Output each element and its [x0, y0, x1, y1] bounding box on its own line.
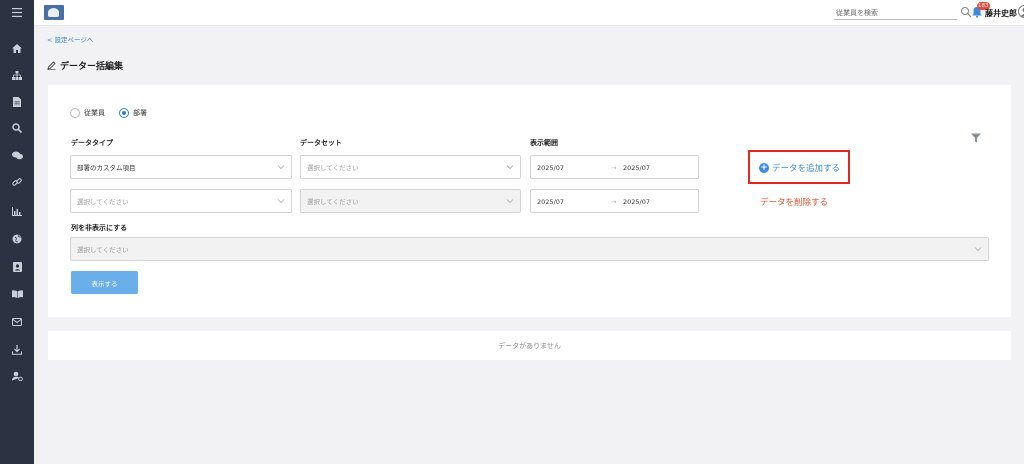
radio-employee-label: 従業員 — [84, 109, 105, 117]
menu-icon[interactable] — [0, 2, 34, 22]
hide-columns-label: 列を非表示にする — [71, 224, 128, 232]
hide-columns-select[interactable]: 選択してください — [70, 237, 989, 261]
employee-search-input[interactable] — [834, 6, 957, 20]
radio-department[interactable]: 部署 — [119, 108, 147, 118]
download-icon[interactable] — [0, 340, 34, 360]
avatar[interactable] — [1018, 5, 1024, 18]
globe-icon[interactable] — [0, 229, 34, 249]
radio-employee-indicator[interactable] — [70, 108, 80, 118]
dataset-label: データセット — [300, 139, 342, 147]
radio-employee[interactable]: 従業員 — [70, 108, 105, 118]
chevron-down-icon — [506, 199, 514, 204]
range-arrow-icon: → — [611, 164, 617, 172]
data-type-select-2-value: 選択してください — [77, 198, 129, 206]
home-icon[interactable] — [0, 38, 34, 58]
search-icon[interactable] — [0, 118, 34, 138]
dataset-select-2-value: 選択してください — [307, 198, 359, 206]
book-icon[interactable] — [0, 284, 34, 304]
back-to-settings-link[interactable]: < 設定ページへ — [47, 34, 93, 44]
page-title-text: データー括編集 — [60, 62, 124, 72]
chevron-down-icon — [277, 199, 285, 204]
dataset-select-1[interactable]: 選択してください — [300, 155, 521, 179]
plus-circle-icon: + — [759, 163, 769, 173]
data-type-select-2[interactable]: 選択してください — [70, 189, 292, 213]
empty-result-panel: データがありません — [48, 331, 1011, 360]
range-arrow-icon: → — [611, 198, 617, 206]
user-name[interactable]: 藤井史郎 — [985, 8, 1017, 19]
dataset-select-1-value: 選択してください — [307, 164, 359, 172]
empty-message: データがありません — [498, 341, 561, 350]
range-to-1[interactable]: 2025/07 — [623, 164, 650, 172]
data-type-select-1[interactable]: 部署のカスタム項目 — [70, 155, 292, 179]
delete-data-button[interactable]: データを削除する — [760, 196, 828, 208]
dataset-select-2[interactable]: 選択してください — [300, 189, 521, 213]
page-title: データー括編集 — [47, 59, 123, 72]
bulk-edit-form-card: 従業員 部署 データタイプ データセット 表示範囲 部署のカスタム項目 選択して… — [48, 85, 1011, 317]
add-data-label: データを追加する — [772, 164, 841, 174]
data-type-label: データタイプ — [71, 139, 113, 147]
link-icon[interactable] — [0, 172, 34, 192]
add-data-button[interactable]: + データを追加する — [759, 162, 840, 174]
chat-icon[interactable] — [0, 145, 34, 165]
range-from-1[interactable]: 2025/07 — [537, 164, 564, 172]
chevron-down-icon — [974, 247, 982, 252]
chevron-down-icon — [506, 165, 514, 170]
sidebar — [0, 0, 34, 464]
hide-columns-select-value: 選択してください — [77, 246, 129, 254]
filter-icon[interactable] — [971, 133, 981, 143]
document-icon[interactable] — [0, 92, 34, 112]
chart-icon[interactable] — [0, 201, 34, 221]
search-icon[interactable] — [960, 6, 972, 18]
chevron-down-icon — [277, 165, 285, 170]
person-card-icon[interactable] — [0, 257, 34, 277]
company-logo[interactable] — [44, 5, 64, 20]
data-type-select-1-value: 部署のカスタム項目 — [77, 164, 136, 172]
radio-department-label: 部署 — [133, 109, 147, 117]
display-range-label: 表示範囲 — [530, 139, 558, 147]
radio-department-indicator[interactable] — [119, 108, 129, 118]
display-range-input-1[interactable]: 2025/07 → 2025/07 — [530, 155, 699, 179]
display-range-input-2[interactable]: 2025/07 → 2025/07 — [530, 189, 699, 213]
range-from-2[interactable]: 2025/07 — [537, 198, 564, 206]
org-chart-icon[interactable] — [0, 65, 34, 85]
range-to-2[interactable]: 2025/07 — [623, 198, 650, 206]
user-settings-icon[interactable] — [0, 366, 34, 386]
edit-icon — [47, 61, 56, 70]
show-button[interactable]: 表示する — [71, 271, 138, 294]
mail-icon[interactable] — [0, 312, 34, 332]
top-bar: 183 藤井史郎 ? — [34, 0, 1024, 26]
